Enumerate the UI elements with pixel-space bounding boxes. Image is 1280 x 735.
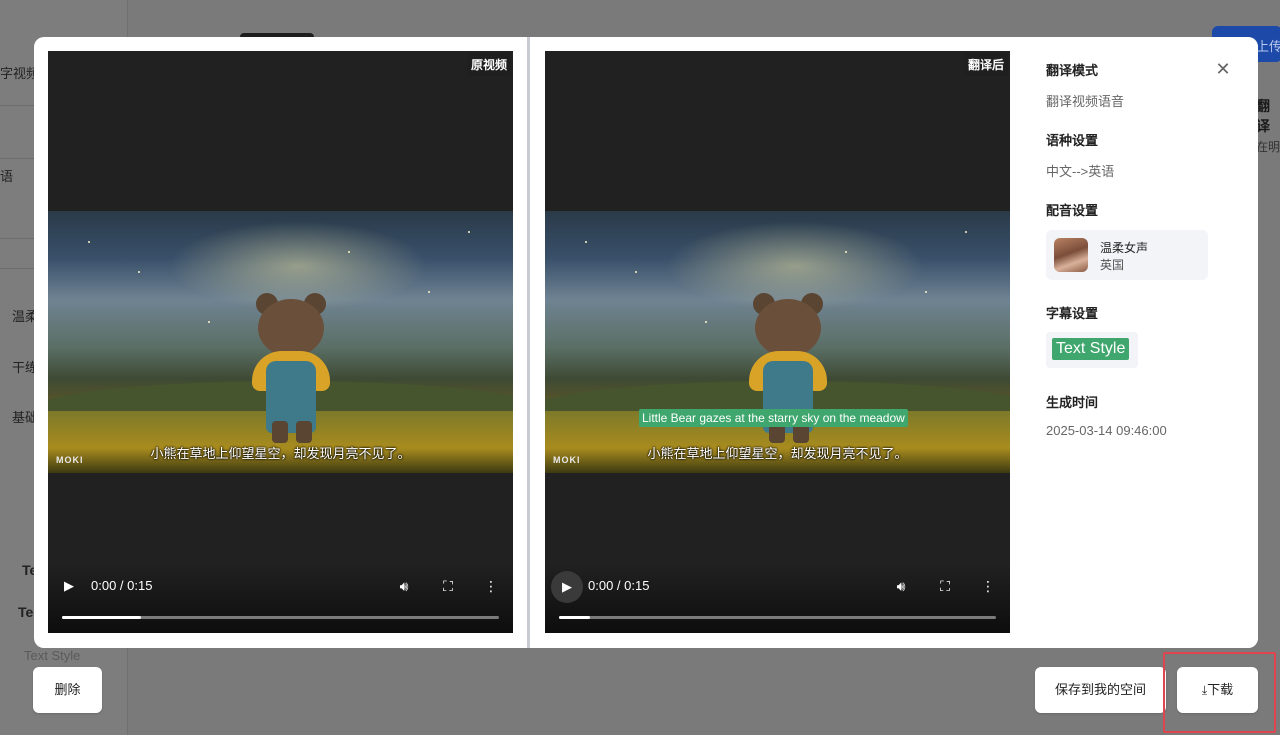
play-icon[interactable]: ▶: [551, 571, 583, 603]
mode-value: 翻译视频语音: [1046, 94, 1125, 109]
original-video-tag: 原视频: [466, 53, 511, 76]
english-subtitle: Little Bear gazes at the starry sky on t…: [639, 409, 908, 427]
chinese-subtitle: 小熊在草地上仰望星空，却发现月亮不见了。: [647, 446, 908, 461]
bg-row: Text Style: [24, 648, 81, 663]
star: [88, 241, 90, 243]
fullscreen-icon[interactable]: ⛶: [935, 576, 955, 596]
star: [845, 251, 847, 253]
star: [965, 231, 967, 233]
language-value: 中文-->英语: [1046, 164, 1115, 179]
play-icon[interactable]: ▶: [60, 577, 78, 595]
more-vertical-icon[interactable]: ⋮: [978, 576, 998, 596]
star: [138, 271, 140, 273]
save-to-space-button[interactable]: 保存到我的空间: [1035, 667, 1166, 713]
video-compare-modal: 原视频 MOKI 小熊在草地上仰望星空，却发现月亮不见了。 ▶ 0:00 / 0…: [34, 37, 1258, 648]
download-label: 下载: [1207, 682, 1234, 697]
original-video-player[interactable]: 原视频 MOKI 小熊在草地上仰望星空，却发现月亮不见了。 ▶ 0:00 / 0…: [48, 51, 513, 633]
delete-button[interactable]: 删除: [33, 667, 102, 713]
bear-leg: [296, 421, 312, 443]
voice-card: 温柔女声 英国: [1046, 230, 1208, 280]
voice-name: 温柔女声: [1100, 241, 1149, 255]
star: [348, 251, 350, 253]
translation-info-panel: ✕ 翻译模式 翻译视频语音 语种设置 中文-->英语 配音设置 温柔女声 英国 …: [1024, 37, 1258, 648]
volume-icon[interactable]: 🔊︎: [394, 576, 414, 596]
progress-fill: [62, 616, 141, 619]
close-icon[interactable]: ✕: [1215, 60, 1231, 78]
video-frame: MOKI Little Bear gazes at the starry sky…: [545, 211, 1010, 473]
star: [208, 321, 210, 323]
language-title: 语种设置: [1046, 133, 1099, 148]
video-time: 0:00 / 0:15: [588, 578, 650, 593]
download-button[interactable]: ⤓下载: [1177, 667, 1258, 713]
voice-region: 英国: [1100, 258, 1125, 272]
subtitle-title: 字幕设置: [1046, 306, 1099, 321]
bg-heading: 翻译: [1256, 98, 1270, 134]
video-time: 0:00 / 0:15: [91, 578, 153, 593]
avatar: [1054, 238, 1088, 272]
fullscreen-icon[interactable]: ⛶: [438, 576, 458, 596]
more-vertical-icon[interactable]: ⋮: [481, 576, 501, 596]
star: [705, 321, 707, 323]
panel-divider: [527, 37, 530, 648]
bear-head: [258, 299, 324, 357]
progress-bar[interactable]: [62, 616, 499, 619]
mode-title: 翻译模式: [1046, 63, 1099, 78]
dubbing-title: 配音设置: [1046, 203, 1099, 218]
star: [468, 231, 470, 233]
translated-video-player[interactable]: 翻译后 MOKI Little Bear gazes at the starry…: [545, 51, 1010, 633]
star: [635, 271, 637, 273]
bg-subtext: 在明: [1256, 140, 1280, 154]
chinese-subtitle: 小熊在草地上仰望星空，却发现月亮不见了。: [150, 446, 411, 461]
bear-leg: [272, 421, 288, 443]
video-frame: MOKI 小熊在草地上仰望星空，却发现月亮不见了。: [48, 211, 513, 473]
progress-fill: [559, 616, 590, 619]
star: [925, 291, 927, 293]
volume-icon[interactable]: 🔊︎: [891, 576, 911, 596]
video-controls: ▶ 0:00 / 0:15 🔊︎ ⛶ ⋮: [48, 563, 513, 633]
bear-head: [755, 299, 821, 357]
generate-time-title: 生成时间: [1046, 395, 1099, 410]
video-controls: ▶ 0:00 / 0:15 🔊︎ ⛶ ⋮: [545, 563, 1010, 633]
generate-time-value: 2025-03-14 09:46:00: [1046, 423, 1167, 438]
star: [585, 241, 587, 243]
subtitle-style-preview: Text Style: [1046, 332, 1138, 368]
bear-figure: [246, 293, 336, 443]
subtitle-style-chip: Text Style: [1052, 338, 1130, 360]
translated-video-tag: 翻译后: [963, 53, 1008, 76]
star: [428, 291, 430, 293]
progress-bar[interactable]: [559, 616, 996, 619]
